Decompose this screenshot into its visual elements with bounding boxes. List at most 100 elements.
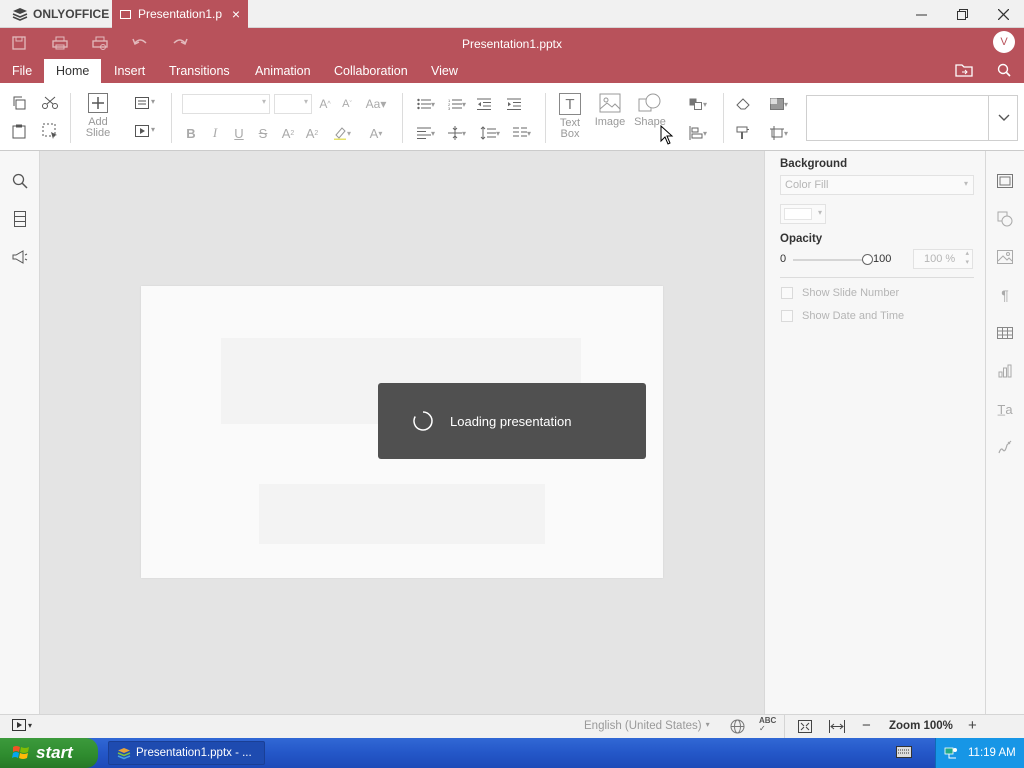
bold-button[interactable]: B: [181, 123, 201, 143]
menu-tab-file[interactable]: File: [0, 59, 44, 83]
horizontal-align-button[interactable]: ▾: [412, 123, 440, 143]
app-logo[interactable]: ONLYOFFICE: [0, 0, 112, 28]
slide-settings-icon: [997, 174, 1013, 188]
image-button[interactable]: Image: [593, 93, 627, 143]
decrease-font-button[interactable]: Aˇ: [337, 94, 357, 114]
strikethrough-button[interactable]: S: [253, 123, 273, 143]
restore-button[interactable]: [942, 0, 982, 28]
background-label: Background: [780, 158, 848, 170]
system-tray: 11:19 AM: [935, 738, 1024, 768]
fit-to-width-button[interactable]: [829, 720, 845, 733]
align-shape-button[interactable]: ▾: [684, 123, 712, 143]
megaphone-icon: [12, 250, 28, 264]
fit-to-slide-button[interactable]: [798, 720, 812, 733]
change-case-button[interactable]: Aa▾: [362, 94, 390, 114]
add-slide-button[interactable]: Add Slide: [82, 93, 114, 143]
subtitle-placeholder[interactable]: [259, 484, 545, 544]
line-spacing-icon: [480, 126, 496, 140]
change-layout-button[interactable]: [132, 93, 152, 113]
title-bar: ONLYOFFICE Presentation1.pptx ×: [0, 0, 1024, 28]
slide-size-button[interactable]: ▾: [765, 123, 793, 143]
search-panel-button[interactable]: [9, 171, 31, 191]
subscript-button[interactable]: A2: [302, 123, 322, 143]
slideshow-menu-button[interactable]: ▾: [12, 719, 32, 731]
decrease-indent-button[interactable]: [474, 94, 494, 114]
close-tab-button[interactable]: ×: [232, 7, 240, 21]
opacity-spinner[interactable]: 100 % ▴ ▾: [913, 249, 973, 269]
fill-type-select[interactable]: Color Fill ▾: [780, 175, 974, 195]
search-button[interactable]: [993, 61, 1015, 79]
clear-style-button[interactable]: [733, 94, 753, 114]
signature-settings-tab[interactable]: [994, 437, 1016, 457]
slides-panel-button[interactable]: [9, 209, 31, 229]
clock[interactable]: 11:19 AM: [968, 747, 1016, 759]
set-document-language-button[interactable]: [730, 719, 745, 734]
language-value: English (United States): [584, 720, 702, 732]
show-date-time-checkbox[interactable]: [781, 310, 793, 322]
show-slide-number-checkbox[interactable]: [781, 287, 793, 299]
highlight-color-button[interactable]: ▾: [328, 123, 356, 143]
menu-tab-animation[interactable]: Animation: [243, 59, 323, 83]
opacity-slider-handle[interactable]: [862, 254, 873, 265]
chevron-down-icon[interactable]: ▾: [965, 258, 969, 266]
home-toolbar: Add Slide ▾ ▾ ▾ ▾ A ^ Aˇ Aa▾ B I U S A2 A…: [0, 83, 1024, 151]
superscript-button[interactable]: A2: [278, 123, 298, 143]
italic-button[interactable]: I: [205, 123, 225, 143]
bullets-button[interactable]: ▾: [412, 94, 440, 114]
line-spacing-button[interactable]: ▾: [476, 123, 504, 143]
opacity-slider[interactable]: [793, 259, 869, 261]
table-settings-tab[interactable]: [994, 323, 1016, 343]
color-scheme-button[interactable]: ▾: [765, 94, 793, 114]
background-color-picker[interactable]: ▾: [780, 204, 826, 224]
vertical-align-button[interactable]: ▾: [443, 123, 471, 143]
keyboard-tray-button[interactable]: [896, 746, 912, 758]
numbering-button[interactable]: 1 2 3 ▾: [443, 94, 471, 114]
slide-settings-tab[interactable]: [994, 171, 1016, 191]
zoom-in-button[interactable]: +: [968, 717, 977, 734]
increase-indent-button[interactable]: [504, 94, 524, 114]
menu-tab-view[interactable]: View: [419, 59, 470, 83]
font-color-button[interactable]: A ▾: [362, 123, 390, 143]
spinner-icon: [413, 411, 433, 431]
underline-button[interactable]: U: [229, 123, 249, 143]
scissors-icon: [42, 96, 58, 109]
copy-style-button[interactable]: [733, 123, 753, 143]
menu-tab-home[interactable]: Home: [44, 59, 102, 83]
font-size-select[interactable]: ▾: [274, 94, 312, 114]
zoom-level[interactable]: Zoom 100%: [889, 720, 953, 732]
start-slideshow-button[interactable]: [132, 121, 152, 141]
text-box-button[interactable]: T Text Box: [553, 93, 587, 143]
language-select[interactable]: English (United States) ▾: [584, 720, 710, 732]
chart-settings-tab[interactable]: [994, 361, 1016, 381]
slide-theme-gallery[interactable]: [806, 95, 1018, 141]
text-art-settings-tab[interactable]: T̲a: [994, 399, 1016, 419]
copy-button[interactable]: [9, 93, 29, 113]
zoom-out-button[interactable]: −: [862, 717, 871, 734]
paste-button[interactable]: [9, 121, 29, 141]
menu-tab-transitions[interactable]: Transitions: [157, 59, 242, 83]
spell-check-button[interactable]: ABC ✓: [759, 717, 776, 733]
menu-tab-collaboration[interactable]: Collaboration: [322, 59, 420, 83]
menu-tab-insert[interactable]: Insert: [102, 59, 157, 83]
increase-font-button[interactable]: A ^: [315, 94, 335, 114]
chevron-up-icon[interactable]: ▴: [965, 249, 969, 257]
minimize-button[interactable]: [901, 0, 941, 28]
network-icon[interactable]: [944, 746, 958, 760]
shape-settings-tab[interactable]: [994, 209, 1016, 229]
columns-button[interactable]: ▾: [508, 123, 536, 143]
arrange-button[interactable]: ▾: [684, 94, 712, 114]
feedback-button[interactable]: [9, 247, 31, 267]
select-all-button[interactable]: [40, 121, 60, 141]
close-window-button[interactable]: [983, 0, 1023, 28]
paragraph-settings-tab[interactable]: ¶: [994, 285, 1016, 305]
font-name-select[interactable]: ▾: [182, 94, 270, 114]
document-tab[interactable]: Presentation1.pptx ×: [112, 0, 248, 28]
cut-button[interactable]: [40, 93, 60, 113]
shape-icon: [638, 93, 661, 112]
user-avatar[interactable]: V: [993, 31, 1015, 53]
taskbar-window-item[interactable]: Presentation1.pptx - ...: [108, 741, 265, 765]
theme-gallery-dropdown[interactable]: [988, 95, 1018, 141]
image-settings-tab[interactable]: [994, 247, 1016, 267]
open-file-location-button[interactable]: [953, 61, 975, 79]
start-button[interactable]: start: [0, 738, 98, 768]
